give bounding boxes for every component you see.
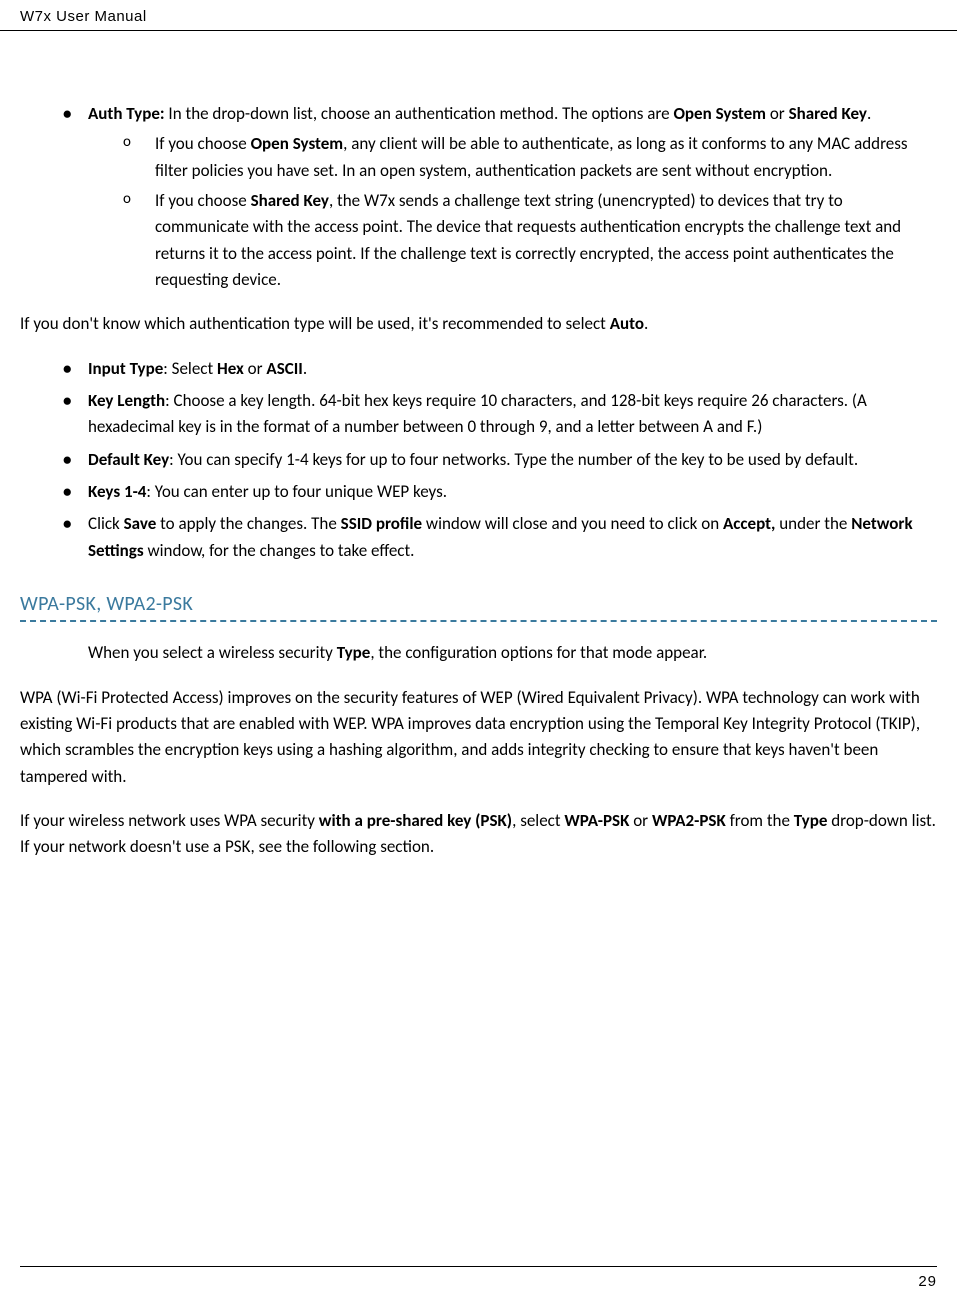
auto-bold: Auto xyxy=(610,313,644,334)
accept-bold: Accept, xyxy=(723,513,775,534)
page-number: 29 xyxy=(918,1273,937,1290)
list-item-keys14: Keys 1-4: You can enter up to four uniqu… xyxy=(20,479,937,505)
paragraph-auto: If you don't know which authentication t… xyxy=(20,311,937,337)
open-system-opt: Open System xyxy=(673,103,766,124)
paragraph-type: When you select a wireless security Type… xyxy=(88,640,937,666)
text: : You can enter up to four unique WEP ke… xyxy=(146,481,447,502)
list-item-key-length: Key Length: Choose a key length. 64-bit … xyxy=(20,388,937,441)
paragraph-psk: If your wireless network uses WPA securi… xyxy=(20,808,937,861)
type-bold-2: Type xyxy=(794,810,828,831)
text: or xyxy=(629,810,652,831)
text: If you choose xyxy=(155,133,251,154)
text: to apply the changes. The xyxy=(156,513,340,534)
auth-type-label: Auth Type: xyxy=(88,103,165,124)
paragraph-wpa-desc: WPA (Wi-Fi Protected Access) improves on… xyxy=(20,685,937,790)
text: . xyxy=(303,358,307,379)
key-length-label: Key Length xyxy=(88,390,165,411)
list-item-default-key: Default Key: You can specify 1-4 keys fo… xyxy=(20,447,937,473)
open-system-bold: Open System xyxy=(251,133,344,154)
type-bold: Type xyxy=(337,642,371,663)
bullet-list-2: Input Type: Select Hex or ASCII. Key Len… xyxy=(20,356,937,564)
ascii-bold: ASCII xyxy=(266,358,302,379)
text: When you select a wireless security xyxy=(88,642,337,663)
text: under the xyxy=(775,513,851,534)
sub-list: If you choose Open System, any client wi… xyxy=(88,131,937,293)
text: If you don't know which authentication t… xyxy=(20,313,610,334)
psk-bold: with a pre-shared key (PSK) xyxy=(319,810,512,831)
list-item-input-type: Input Type: Select Hex or ASCII. xyxy=(20,356,937,382)
list-item-auth-type: Auth Type: In the drop-down list, choose… xyxy=(20,101,937,293)
list-item-save: Click Save to apply the changes. The SSI… xyxy=(20,511,937,564)
sub-item-open-system: If you choose Open System, any client wi… xyxy=(88,131,937,184)
save-bold: Save xyxy=(124,513,157,534)
dashed-divider xyxy=(20,620,937,622)
text: , the configuration options for that mod… xyxy=(370,642,707,663)
default-key-label: Default Key xyxy=(88,449,169,470)
text: or xyxy=(244,358,267,379)
page-header: W7x User Manual xyxy=(0,0,957,31)
wpa-psk-bold: WPA-PSK xyxy=(564,810,629,831)
text: or xyxy=(766,103,789,124)
keys14-label: Keys 1-4 xyxy=(88,481,146,502)
sub-item-shared-key: If you choose Shared Key, the W7x sends … xyxy=(88,188,937,293)
text: Click xyxy=(88,513,124,534)
header-title: W7x User Manual xyxy=(20,8,147,25)
hex-bold: Hex xyxy=(217,358,244,379)
text: In the drop-down list, choose an authent… xyxy=(165,103,674,124)
text: from the xyxy=(726,810,794,831)
text: . xyxy=(867,103,871,124)
text: . xyxy=(644,313,648,334)
text: : You can specify 1-4 keys for up to fou… xyxy=(169,449,858,470)
shared-key-bold: Shared Key xyxy=(251,190,329,211)
text: : Select xyxy=(163,358,217,379)
text: , select xyxy=(512,810,564,831)
page-content: Auth Type: In the drop-down list, choose… xyxy=(0,31,957,861)
heading-wpa-psk: WPA-PSK, WPA2-PSK xyxy=(20,592,937,616)
text: If you choose xyxy=(155,190,251,211)
text: If your wireless network uses WPA securi… xyxy=(20,810,319,831)
ssid-profile-bold: SSID profile xyxy=(341,513,422,534)
shared-key-opt: Shared Key xyxy=(789,103,867,124)
page-footer: 29 xyxy=(20,1266,937,1290)
bullet-list-1: Auth Type: In the drop-down list, choose… xyxy=(20,101,937,293)
text: window will close and you need to click … xyxy=(422,513,723,534)
wpa2-psk-bold: WPA2-PSK xyxy=(652,810,726,831)
input-type-label: Input Type xyxy=(88,358,163,379)
text: window, for the changes to take effect. xyxy=(144,540,415,561)
text: : Choose a key length. 64-bit hex keys r… xyxy=(88,390,867,437)
